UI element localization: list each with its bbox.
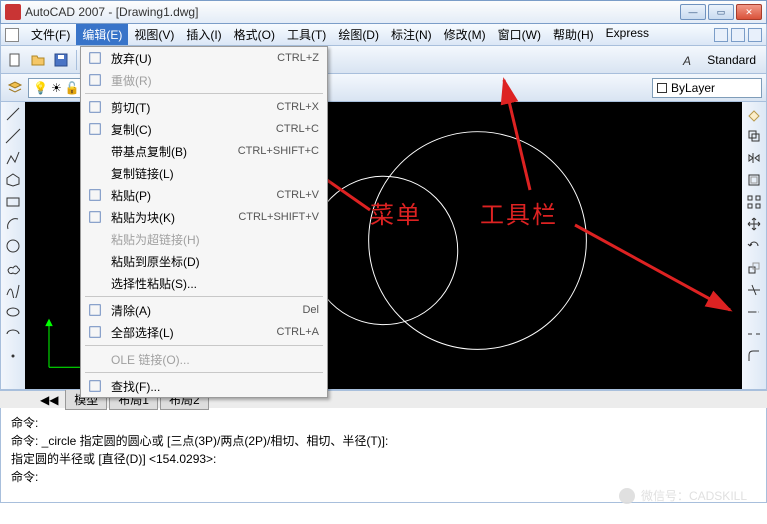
move-button[interactable]	[744, 214, 764, 234]
titlebar: AutoCAD 2007 - [Drawing1.dwg] — ▭ ✕	[0, 0, 767, 24]
edit-menu-item[interactable]: 粘贴到原坐标(D)	[81, 250, 327, 272]
edit-menu-item[interactable]: 全部选择(L)CTRL+A	[81, 321, 327, 343]
color-combo[interactable]: ByLayer	[652, 78, 762, 98]
menubar: 文件(F)编辑(E)视图(V)插入(I)格式(O)工具(T)绘图(D)标注(N)…	[0, 24, 767, 46]
style-icon[interactable]: A	[678, 50, 698, 70]
command-line: 命令: _circle 指定圆的圆心或 [三点(3P)/两点(2P)/相切、相切…	[11, 432, 756, 450]
scale-button[interactable]	[744, 258, 764, 278]
text-style-label: Standard	[701, 53, 762, 67]
menu-标注n[interactable]: 标注(N)	[385, 24, 438, 45]
erase-button[interactable]	[744, 104, 764, 124]
rotate-button[interactable]	[744, 236, 764, 256]
rectangle-button[interactable]	[3, 192, 23, 212]
layer-manager-button[interactable]	[5, 78, 25, 98]
lock-icon: 🔓	[65, 81, 80, 95]
menu-视图v[interactable]: 视图(V)	[128, 24, 180, 45]
edit-menu-dropdown: 放弃(U)CTRL+Z重做(R) 剪切(T)CTRL+X复制(C)CTRL+C带基…	[80, 46, 328, 398]
app-icon	[5, 4, 21, 20]
menu-格式o[interactable]: 格式(O)	[228, 24, 281, 45]
tab-nav-left[interactable]: ◀◀	[40, 393, 58, 407]
draw-toolbar	[1, 102, 25, 389]
copy-button[interactable]	[744, 126, 764, 146]
edit-menu-item[interactable]: 选择性粘贴(S)...	[81, 272, 327, 294]
document-icon	[5, 28, 19, 42]
menu-工具t[interactable]: 工具(T)	[281, 24, 332, 45]
menu-express[interactable]: Express	[600, 24, 655, 45]
window-title: AutoCAD 2007 - [Drawing1.dwg]	[25, 5, 680, 19]
new-button[interactable]	[5, 50, 25, 70]
save-button[interactable]	[51, 50, 71, 70]
arc-button[interactable]	[3, 214, 23, 234]
edit-menu-item[interactable]: 复制链接(L)	[81, 162, 327, 184]
modify-toolbar	[742, 102, 766, 389]
menu-文件f[interactable]: 文件(F)	[25, 24, 76, 45]
close-button[interactable]: ✕	[736, 4, 762, 20]
menu-窗口w[interactable]: 窗口(W)	[492, 24, 547, 45]
polygon-button[interactable]	[3, 170, 23, 190]
mirror-button[interactable]	[744, 148, 764, 168]
edit-menu-item[interactable]: 清除(A)Del	[81, 299, 327, 321]
menu-修改m[interactable]: 修改(M)	[438, 24, 492, 45]
line-button[interactable]	[3, 104, 23, 124]
edit-menu-item[interactable]: 查找(F)...	[81, 375, 327, 397]
command-line: 命令:	[11, 468, 756, 486]
menu-绘图d[interactable]: 绘图(D)	[332, 24, 385, 45]
edit-menu-item[interactable]: 剪切(T)CTRL+X	[81, 96, 327, 118]
fillet-button[interactable]	[744, 346, 764, 366]
edit-menu-item[interactable]: 带基点复制(B)CTRL+SHIFT+C	[81, 140, 327, 162]
offset-button[interactable]	[744, 170, 764, 190]
menu-编辑e[interactable]: 编辑(E)	[76, 24, 128, 45]
polyline-button[interactable]	[3, 148, 23, 168]
wechat-icon	[619, 488, 635, 504]
edit-menu-item: 粘贴为超链接(H)	[81, 228, 327, 250]
bylayer-label: ByLayer	[671, 81, 715, 95]
command-line: 指定圆的半径或 [直径(D)] <154.0293>:	[11, 450, 756, 468]
bulb-icon: 💡	[33, 81, 48, 95]
menu-插入i[interactable]: 插入(I)	[180, 24, 227, 45]
point-button[interactable]	[3, 346, 23, 366]
circle-button[interactable]	[3, 236, 23, 256]
edit-menu-item[interactable]: 粘贴为块(K)CTRL+SHIFT+V	[81, 206, 327, 228]
trim-button[interactable]	[744, 280, 764, 300]
maximize-button[interactable]: ▭	[708, 4, 734, 20]
mdi-restore-icon[interactable]	[731, 28, 745, 42]
xline-button[interactable]	[3, 126, 23, 146]
command-line: 命令:	[11, 414, 756, 432]
ellipse-arc-button[interactable]	[3, 324, 23, 344]
mdi-minimize-icon[interactable]	[714, 28, 728, 42]
minimize-button[interactable]: —	[680, 4, 706, 20]
array-button[interactable]	[744, 192, 764, 212]
open-button[interactable]	[28, 50, 48, 70]
break-button[interactable]	[744, 324, 764, 344]
edit-menu-item[interactable]: 粘贴(P)CTRL+V	[81, 184, 327, 206]
edit-menu-item[interactable]: 复制(C)CTRL+C	[81, 118, 327, 140]
spline-button[interactable]	[3, 280, 23, 300]
menu-帮助h[interactable]: 帮助(H)	[547, 24, 600, 45]
edit-menu-item: 重做(R)	[81, 69, 327, 91]
svg-text:A: A	[682, 54, 691, 68]
watermark: 微信号：CADSKILL	[619, 487, 747, 504]
revcloud-button[interactable]	[3, 258, 23, 278]
extend-button[interactable]	[744, 302, 764, 322]
edit-menu-item: OLE 链接(O)...	[81, 348, 327, 370]
ellipse-button[interactable]	[3, 302, 23, 322]
edit-menu-item[interactable]: 放弃(U)CTRL+Z	[81, 47, 327, 69]
mdi-close-icon[interactable]	[748, 28, 762, 42]
sun-icon: ☀	[51, 81, 62, 95]
